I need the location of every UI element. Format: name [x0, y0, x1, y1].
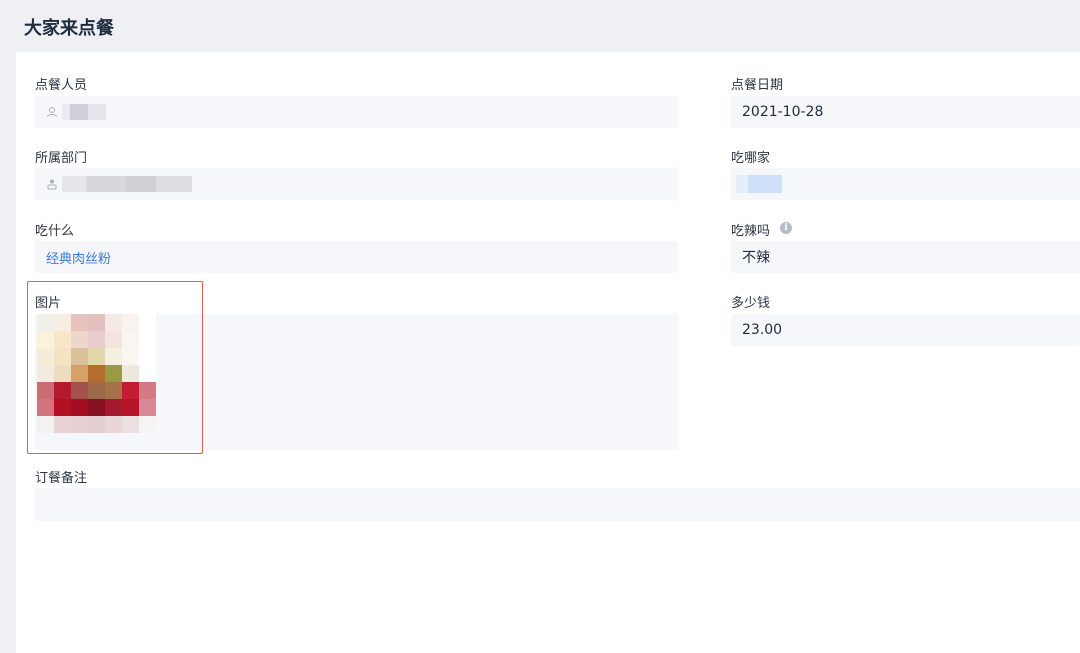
- department-value-redacted: [62, 176, 86, 192]
- order-date-field[interactable]: 2021-10-28: [731, 96, 1080, 128]
- remark-label: 订餐备注: [35, 471, 88, 486]
- restaurant-label: 吃哪家: [731, 151, 771, 166]
- restaurant-field[interactable]: [731, 168, 1080, 200]
- spicy-label: 吃辣吗: [731, 224, 771, 239]
- user-icon: [46, 106, 58, 118]
- food-photo-thumbnail[interactable]: [37, 314, 156, 433]
- org-icon: [46, 178, 58, 190]
- orderer-label: 点餐人员: [35, 78, 88, 93]
- info-icon[interactable]: i: [780, 222, 792, 234]
- department-value-redacted-part: [126, 176, 156, 192]
- orderer-value-redacted-part: [70, 104, 88, 120]
- dish-label: 吃什么: [35, 224, 75, 239]
- order-date-value: 2021-10-28: [742, 104, 824, 120]
- page-title: 大家来点餐: [24, 18, 114, 39]
- department-label: 所属部门: [35, 151, 88, 166]
- dish-field[interactable]: 经典肉丝粉: [35, 241, 678, 273]
- orderer-value-redacted-part: [88, 104, 106, 120]
- price-label: 多少钱: [731, 296, 771, 311]
- orderer-value-redacted: [62, 104, 70, 120]
- form-panel: 点餐人员 所属部门 吃什么 经典肉丝粉 图片 订餐备注 点餐日期 2021-10…: [16, 52, 1080, 653]
- department-value-redacted-part: [156, 176, 192, 192]
- remark-field[interactable]: [35, 488, 1080, 521]
- department-value-redacted-part: [86, 176, 126, 192]
- price-field[interactable]: 23.00: [731, 314, 1080, 346]
- department-field[interactable]: [35, 168, 678, 200]
- order-date-label: 点餐日期: [731, 78, 784, 93]
- restaurant-value-redacted-part: [748, 175, 782, 193]
- spicy-field[interactable]: 不辣: [731, 241, 1080, 273]
- spicy-value: 不辣: [742, 250, 770, 266]
- price-value: 23.00: [742, 322, 783, 338]
- orderer-field[interactable]: [35, 96, 678, 128]
- dish-link[interactable]: 经典肉丝粉: [46, 248, 111, 267]
- restaurant-value-redacted: [736, 175, 748, 193]
